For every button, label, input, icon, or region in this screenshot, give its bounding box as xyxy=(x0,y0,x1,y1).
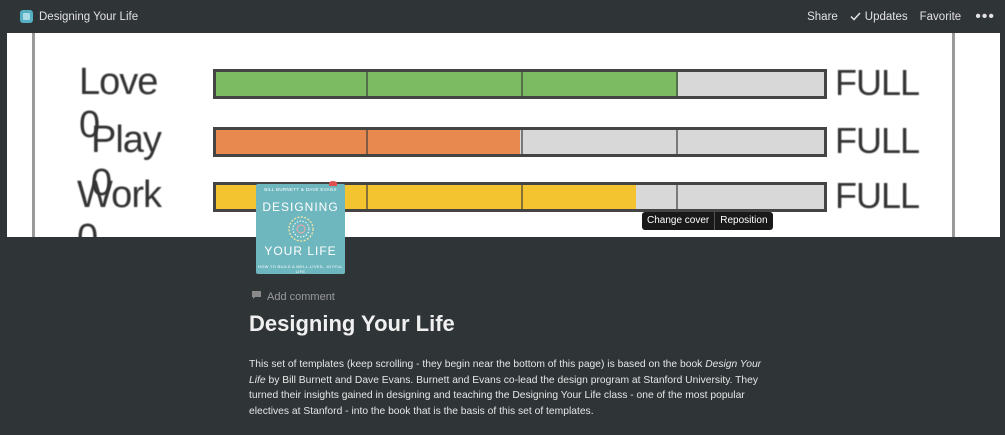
gauge-fill xyxy=(216,130,520,154)
topbar: Designing Your Life Share Updates Favori… xyxy=(0,0,1005,33)
gauge-tick xyxy=(676,72,678,96)
share-button[interactable]: Share xyxy=(807,11,838,23)
book-ribbon xyxy=(329,181,337,186)
page-icon xyxy=(20,10,33,23)
book-authors: BILL BURNETT & DAVE EVANS xyxy=(264,187,337,192)
gauge-tick xyxy=(521,130,523,154)
add-comment-button[interactable]: Add comment xyxy=(251,290,335,303)
add-comment-label: Add comment xyxy=(267,290,335,303)
gauge-tick xyxy=(676,185,678,209)
book-rings-graphic xyxy=(283,214,319,244)
gauge-tick xyxy=(521,185,523,209)
gauge-bar xyxy=(213,69,827,99)
checkmark-icon xyxy=(850,12,861,21)
gauge-bar xyxy=(213,127,827,157)
gauge-tick xyxy=(366,72,368,96)
gauge-tick xyxy=(521,72,523,96)
updates-label: Updates xyxy=(864,10,908,23)
gauge-fill xyxy=(216,72,679,96)
book-subtitle: HOW TO BUILD A WELL-LIVED, JOYFUL LIFE xyxy=(258,264,343,274)
change-cover-button[interactable]: Change cover xyxy=(642,212,714,230)
comment-icon xyxy=(251,290,262,303)
more-options-icon[interactable]: ••• xyxy=(975,8,995,24)
breadcrumb[interactable]: Designing Your Life xyxy=(20,10,138,23)
favorite-button[interactable]: Favorite xyxy=(920,11,962,23)
gauge-tick xyxy=(366,185,368,209)
reposition-button[interactable]: Reposition xyxy=(715,212,772,230)
updates-button[interactable]: Updates xyxy=(850,11,908,23)
book-title-line2: YOUR LIFE xyxy=(264,244,337,258)
topbar-actions: Share Updates Favorite ••• xyxy=(807,8,995,24)
cover-frame-left xyxy=(32,33,35,237)
page-icon-book-cover[interactable]: BILL BURNETT & DAVE EVANS DESIGNING YOUR… xyxy=(256,181,345,274)
gauge-full-label: FULL xyxy=(835,120,920,161)
gauge-label: Work 0 xyxy=(77,174,162,237)
page-title[interactable]: Designing Your Life xyxy=(249,311,455,337)
intro-paragraph[interactable]: This set of templates (keep scrolling - … xyxy=(249,357,769,419)
breadcrumb-page-title[interactable]: Designing Your Life xyxy=(39,11,138,23)
book-title-line1: DESIGNING xyxy=(262,200,339,214)
gauge-full-label: FULL xyxy=(835,62,920,103)
cover-controls: Change cover Reposition xyxy=(642,212,773,230)
page-cover[interactable]: Love 0 FULL Play 0 FULL Work 0 FULL xyxy=(7,33,1000,237)
gauge-full-label: FULL xyxy=(835,175,920,216)
cover-frame-right xyxy=(952,33,955,237)
paragraph-text: This set of templates (keep scrolling - … xyxy=(249,359,706,370)
paragraph-text: by Bill Burnett and Dave Evans. Burnett … xyxy=(249,374,759,417)
gauge-tick xyxy=(676,130,678,154)
gauge-tick xyxy=(366,130,368,154)
